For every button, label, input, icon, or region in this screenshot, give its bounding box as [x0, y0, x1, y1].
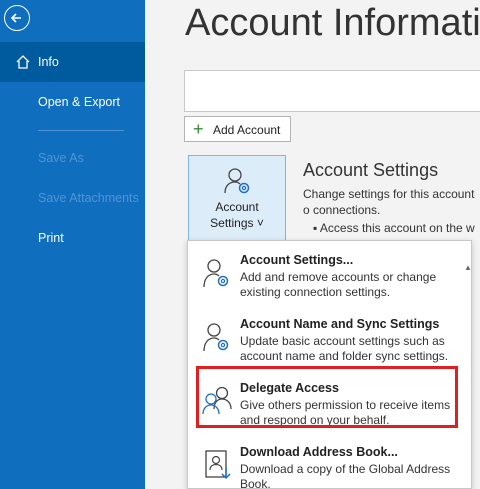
menu-item-description: Update basic account settings such as ac…	[240, 334, 449, 363]
delegate-access-highlight	[196, 366, 458, 428]
sidebar-item-label: Info	[38, 55, 59, 69]
menu-item-title: Account Name and Sync Settings	[240, 317, 440, 331]
section-bullet: ▪ Access this account on the w	[313, 221, 475, 235]
sidebar-item-print[interactable]: Print	[0, 218, 145, 258]
menu-item-title: Download Address Book...	[240, 445, 398, 459]
menu-item-description: Add and remove accounts or change existi…	[240, 270, 437, 299]
back-button[interactable]	[4, 5, 30, 31]
account-settings-dropdown: Account Settings... Add and remove accou…	[187, 240, 472, 489]
sidebar-item-label: Save Attachments	[38, 191, 139, 205]
sidebar-divider	[38, 130, 124, 131]
sidebar-item-info[interactable]: Info	[0, 42, 145, 82]
menu-item-account-name-sync[interactable]: Account Name and Sync Settings Update ba…	[188, 307, 471, 371]
sidebar-item-label: Print	[38, 231, 64, 245]
section-description: Change settings for this account o conne…	[303, 187, 475, 217]
section-title: Account Settings	[303, 160, 439, 180]
sidebar-item-label: Open & Export	[38, 95, 120, 109]
settings-button-label-1: Account	[215, 200, 259, 214]
menu-item-download-address-book[interactable]: Download Address Book... Download a copy…	[188, 435, 471, 489]
account-settings-icon	[224, 168, 250, 194]
plus-icon: +	[193, 119, 204, 139]
backstage-sidebar: Info Open & Export Save As Save Attachme…	[0, 0, 145, 489]
back-arrow-icon	[10, 13, 21, 23]
address-book-icon	[205, 450, 231, 480]
settings-button-label-2: Settings ˅	[210, 216, 264, 230]
sidebar-item-save-as: Save As	[0, 138, 145, 178]
menu-item-description: Download a copy of the Global Address Bo…	[240, 462, 451, 489]
menu-item-account-settings[interactable]: Account Settings... Add and remove accou…	[188, 243, 471, 307]
account-sync-icon	[203, 323, 229, 352]
account-settings-button[interactable]: Account Settings ˅	[188, 155, 286, 241]
menu-item-title: Account Settings...	[240, 253, 354, 267]
account-settings-icon	[203, 259, 229, 288]
scroll-up-icon[interactable]: ▲	[464, 263, 471, 272]
home-icon	[16, 55, 30, 69]
add-account-button[interactable]: + Add Account	[184, 116, 291, 142]
add-account-label: Add Account	[213, 123, 281, 137]
sidebar-item-save-attachments: Save Attachments	[0, 178, 145, 218]
sidebar-item-open-export[interactable]: Open & Export	[0, 82, 145, 122]
account-selector[interactable]	[184, 70, 480, 112]
page-title: Account Informati	[185, 2, 480, 44]
sidebar-item-label: Save As	[38, 151, 84, 165]
